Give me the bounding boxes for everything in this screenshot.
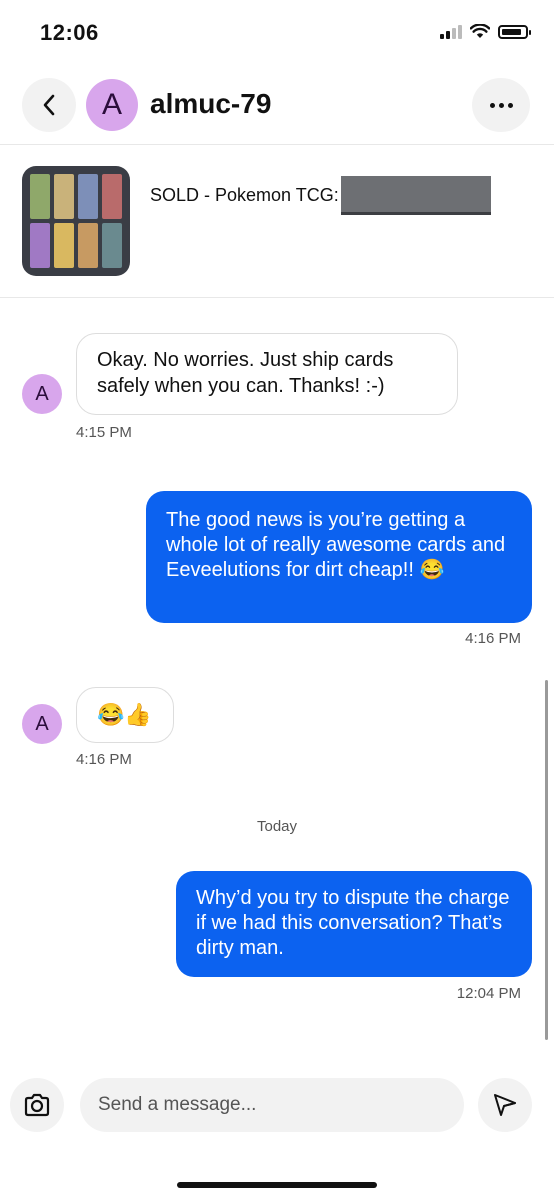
conversation-header: A almuc-79 [0,76,554,134]
message-bubble-incoming: 😂👍 [76,687,174,743]
camera-button[interactable] [10,1078,64,1132]
message-timestamp: 4:15 PM [76,424,132,441]
status-bar: 12:06 [0,0,554,60]
dot [507,102,513,108]
send-icon [494,1094,516,1116]
message-timestamp: 4:16 PM [76,751,132,768]
day-separator: Today [256,818,298,835]
avatar[interactable]: A [86,79,138,131]
message-timestamp: 4:16 PM [465,630,521,647]
battery-icon [498,24,531,39]
send-button[interactable] [478,1078,532,1132]
header-divider [0,144,554,145]
scrollbar[interactable] [545,680,548,1040]
status-icons [440,24,531,39]
message-input-container[interactable] [80,1078,464,1132]
status-time: 12:06 [40,20,99,45]
message-timestamp: 12:04 PM [456,985,521,1002]
back-button[interactable] [22,78,76,132]
listing-divider [0,297,554,298]
message-bubble-outgoing: The good news is you’re getting a whole … [146,491,532,623]
camera-icon [24,1093,50,1117]
message-input[interactable] [80,1078,464,1132]
home-indicator[interactable] [177,1182,377,1188]
message-bubble-outgoing: Why’d you try to dispute the charge if w… [176,871,532,977]
wifi-icon [470,24,490,38]
listing-thumbnail[interactable] [22,166,130,276]
dot [489,102,495,108]
chevron-left-icon [43,94,55,116]
sender-avatar[interactable]: A [22,374,62,414]
dot [498,102,504,108]
sender-avatar[interactable]: A [22,704,62,744]
message-bubble-incoming: Okay. No worries. Just ship cards safely… [76,333,458,415]
listing-title: SOLD - Pokemon TCG: [150,185,339,205]
cellular-signal-icon [440,24,462,39]
more-options-button[interactable] [472,78,530,132]
redaction-box [340,176,491,215]
listing-title-row[interactable]: SOLD - Pokemon TCG: [150,176,491,215]
page-title[interactable]: almuc-79 [150,88,271,120]
